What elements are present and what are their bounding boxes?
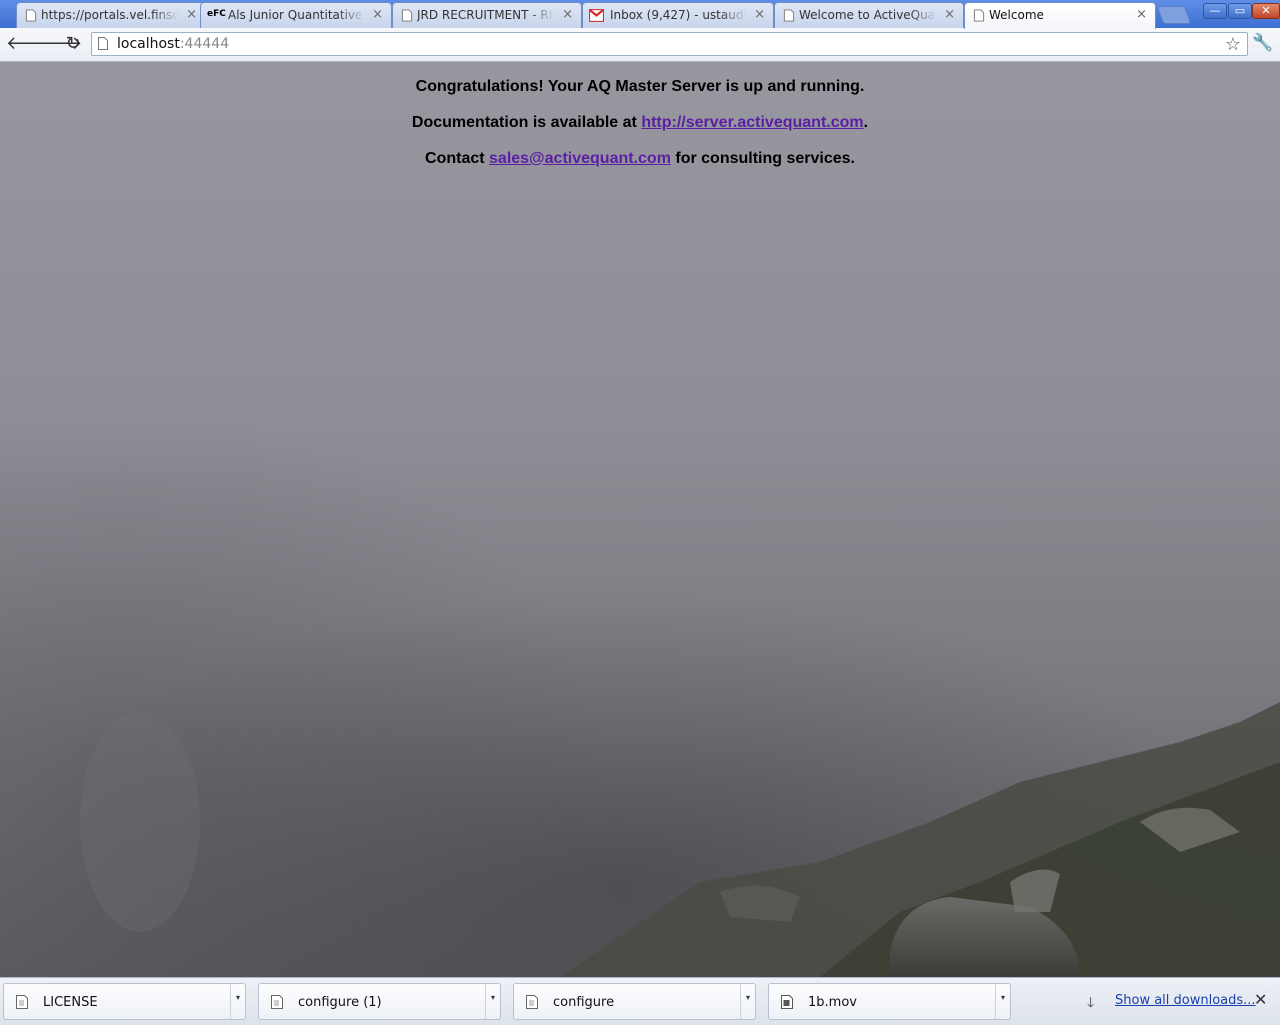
download-menu-button[interactable]: ▾: [740, 984, 755, 1019]
gmail-icon: [589, 9, 604, 22]
page-icon: [401, 9, 413, 22]
tab-portals[interactable]: https://portals.vel.finsoft ×: [16, 2, 206, 28]
close-shelf-icon[interactable]: ✕: [1254, 990, 1267, 1009]
tab-close-icon[interactable]: ×: [372, 6, 383, 24]
url-port: :44444: [179, 36, 230, 52]
tab-title: https://portals.vel.finsoft: [41, 8, 179, 22]
documentation-suffix: .: [863, 114, 869, 131]
maximize-button[interactable]: ▭: [1228, 3, 1252, 19]
wrench-menu-icon[interactable]: 🔧: [1252, 32, 1274, 54]
tab-close-icon[interactable]: ×: [1136, 6, 1147, 24]
page-icon: [973, 9, 985, 22]
toolbar: 🡐 🡒 ↻ localhost:44444 ☆ 🔧: [0, 28, 1280, 62]
url-host: localhost: [117, 36, 180, 52]
server-status-text: Congratulations! Your AQ Master Server i…: [415, 78, 865, 95]
contact-line: Contact sales@activequant.com for consul…: [0, 150, 1280, 168]
tab-welcome-activequant[interactable]: Welcome to ActiveQuant ×: [774, 2, 964, 28]
documentation-prefix: Documentation is available at: [411, 114, 642, 131]
documentation-link[interactable]: http://server.activequant.com: [641, 114, 863, 131]
download-item[interactable]: configure (1) ▾: [258, 983, 501, 1020]
tab-title: Welcome: [989, 8, 1044, 22]
download-name: configure: [553, 995, 615, 1010]
download-name: configure (1): [298, 995, 382, 1010]
tab-title: Welcome to ActiveQuant: [799, 8, 937, 22]
tab-close-icon[interactable]: ×: [186, 6, 197, 24]
documentation-line: Documentation is available at http://ser…: [0, 114, 1280, 132]
url-text: localhost:44444: [117, 36, 229, 52]
tab-title: Inbox (9,427) - ustauding: [610, 8, 747, 22]
download-menu-button[interactable]: ▾: [230, 984, 245, 1019]
minimize-button[interactable]: —: [1203, 3, 1227, 19]
download-item[interactable]: LICENSE ▾: [3, 983, 246, 1020]
contact-suffix: for consulting services.: [670, 150, 855, 167]
tab-strip: https://portals.vel.finsoft × eFC Als Ju…: [0, 0, 1280, 29]
tab-close-icon[interactable]: ×: [754, 6, 765, 24]
bookmark-star-icon[interactable]: ☆: [1225, 34, 1241, 55]
page-icon: [783, 9, 795, 22]
tab-jrd-recruitment[interactable]: JRD RECRUITMENT - RISK ×: [392, 2, 582, 28]
sales-email-link[interactable]: sales@activequant.com: [489, 150, 671, 167]
page-icon: [98, 37, 108, 50]
page-icon: [25, 9, 37, 22]
tab-inbox[interactable]: Inbox (9,427) - ustauding ×: [582, 2, 774, 28]
back-button[interactable]: 🡐: [6, 34, 54, 54]
background-photo: [80, 702, 1280, 977]
address-bar[interactable]: localhost:44444 ☆: [91, 32, 1248, 56]
new-tab-button[interactable]: [1156, 6, 1192, 24]
reload-button[interactable]: ↻: [62, 34, 84, 54]
forward-button[interactable]: 🡒: [34, 34, 82, 54]
tab-title: JRD RECRUITMENT - RISK: [417, 8, 555, 22]
download-shelf: LICENSE ▾ configure (1) ▾ configure ▾ 1b…: [0, 977, 1280, 1025]
file-icon: [271, 995, 283, 1009]
download-item[interactable]: configure ▾: [513, 983, 756, 1020]
file-icon: [526, 995, 538, 1009]
download-name: LICENSE: [43, 995, 98, 1010]
tab-junior-quant[interactable]: eFC Als Junior Quantitative Analyst ×: [200, 2, 392, 28]
close-window-button[interactable]: ✕: [1252, 3, 1280, 19]
tab-close-icon[interactable]: ×: [944, 6, 955, 24]
tab-title: Als Junior Quantitative Analyst: [228, 8, 365, 22]
contact-prefix: Contact: [425, 150, 490, 167]
efc-icon: eFC: [207, 9, 226, 19]
tab-welcome[interactable]: Welcome ×: [964, 2, 1156, 29]
download-menu-button[interactable]: ▾: [485, 984, 500, 1019]
download-menu-button[interactable]: ▾: [995, 984, 1010, 1019]
file-icon: [16, 995, 28, 1009]
download-item[interactable]: 1b.mov ▾: [768, 983, 1011, 1020]
tab-close-icon[interactable]: ×: [562, 6, 573, 24]
page-content: Congratulations! Your AQ Master Server i…: [0, 62, 1280, 977]
show-all-downloads-link[interactable]: Show all downloads...: [1115, 993, 1256, 1008]
download-arrow-icon: 🡓: [1087, 995, 1095, 1011]
download-name: 1b.mov: [808, 995, 857, 1010]
video-file-icon: [781, 995, 793, 1009]
